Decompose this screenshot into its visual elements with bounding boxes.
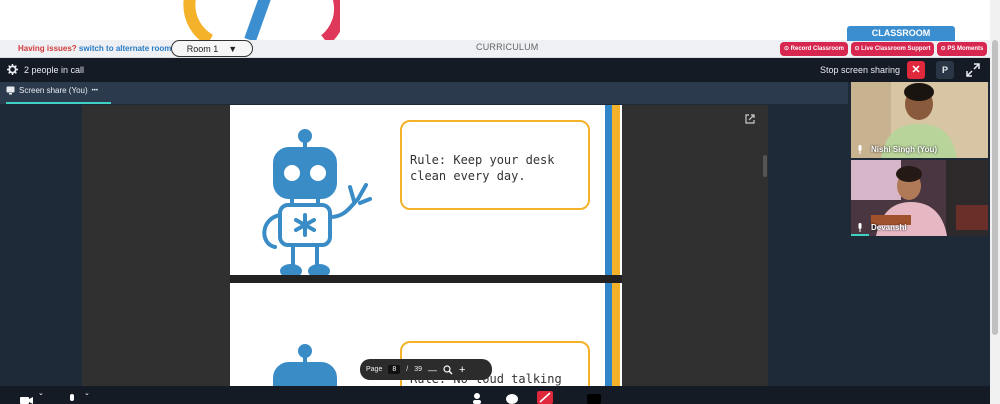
curriculum-tab[interactable]: CURRICULUM [476,42,539,52]
active-tab-indicator [6,102,111,104]
mic-icon [858,223,862,232]
more-options-icon[interactable]: ••• [92,88,98,94]
page-label: Page [366,366,383,373]
caret-down-icon: ▼ [228,43,238,54]
gear-icon[interactable] [7,64,18,75]
participant-tile-1[interactable]: Nishi Singh (You) [851,82,988,158]
slide-edge-blue [605,283,612,386]
stop-share-toolbar-icon[interactable] [537,391,553,404]
slide-gap [230,275,622,283]
classroom-tab[interactable]: CLASSROOM [847,26,955,41]
ps-moments-label: PS Moments [947,46,984,52]
screen-share-icon [6,86,15,95]
page-scroll-thumb[interactable] [992,40,998,335]
page-scrollbar[interactable] [990,0,1000,404]
people-count: 2 people in call [24,65,85,75]
more-toolbar-icon[interactable] [587,394,601,404]
participant-label-2: Devanshi [857,223,907,232]
participant-name-2: Devanshi [871,223,907,232]
mic-options-icon[interactable]: ⌄ [84,389,90,397]
microphone-icon[interactable] [68,394,76,404]
page-number-input[interactable]: 8 [388,365,401,374]
slide-edge-blue [605,105,612,275]
room-value: Room 1 [186,43,219,54]
speaking-indicator [851,234,869,236]
stop-share-label: Stop screen sharing [820,65,901,75]
room-select[interactable]: Room 1 ▼ [171,40,253,57]
participant-tile-2[interactable]: Devanshi [851,160,988,236]
alternate-room-link[interactable]: switch to alternate room [79,44,171,53]
slide-edge-yellow [612,105,620,275]
live-support-label: Live Classroom Support [861,46,931,52]
record-classroom-button[interactable]: ⊙ Record Classroom [780,42,848,56]
participant-label-1: Nishi Singh (You) [857,145,937,154]
zoom-in-button[interactable]: + [459,364,465,376]
top-strip [0,0,990,46]
issues-notice: Having issues? switch to alternate room [18,44,171,53]
participants-icon[interactable] [472,393,482,404]
screen-share-viewer[interactable]: Rule: Keep your desk clean every day. Ru… [82,105,768,386]
slide-page-1: Rule: Keep your desk clean every day. [230,105,622,275]
bottom-toolbar: ⌄ ⌄ [0,386,990,404]
viewer-scroll-thumb[interactable] [763,155,767,177]
page-separator: / [406,366,409,373]
open-external-icon[interactable] [744,113,756,125]
share-tab-bar: Screen share (You) ••• [0,82,848,104]
speech-bubble-1: Rule: Keep your desk clean every day. [400,120,590,210]
info-bar: Having issues? switch to alternate room … [0,40,990,58]
issues-label: Having issues? [18,44,77,53]
record-classroom-label: Record Classroom [790,46,845,52]
screen-share-tab[interactable]: Screen share (You) ••• [6,86,98,95]
fullscreen-icon[interactable] [964,61,982,79]
live-support-button[interactable]: ⊙ Live Classroom Support [851,42,934,56]
mic-icon [858,145,862,154]
screen-share-tab-label: Screen share (You) [19,86,88,95]
pdf-page-controls: Page 8 / 39 — + [360,359,492,380]
zoom-out-button[interactable]: — [428,365,437,375]
zoom-icon[interactable] [443,364,453,375]
camera-icon[interactable] [20,396,34,404]
rule-text-1: Rule: Keep your desk clean every day. [410,153,555,183]
ps-moments-button[interactable]: ⊙ PS Moments [937,42,987,56]
stop-share-button[interactable]: ✕ [907,61,925,79]
call-header: 2 people in call Stop screen sharing ✕ P [0,58,990,82]
robot-illustration-1 [262,129,372,275]
slide-edge-yellow [612,283,620,386]
page-total: 39 [414,366,423,373]
chat-icon[interactable] [505,394,519,404]
participant-name-1: Nishi Singh (You) [871,145,938,154]
camera-options-icon[interactable]: ⌄ [38,389,44,397]
call-area: 2 people in call Stop screen sharing ✕ P… [0,58,990,404]
app-root: Having issues? switch to alternate room … [0,0,1000,404]
participant-initial-button[interactable]: P [936,61,954,79]
